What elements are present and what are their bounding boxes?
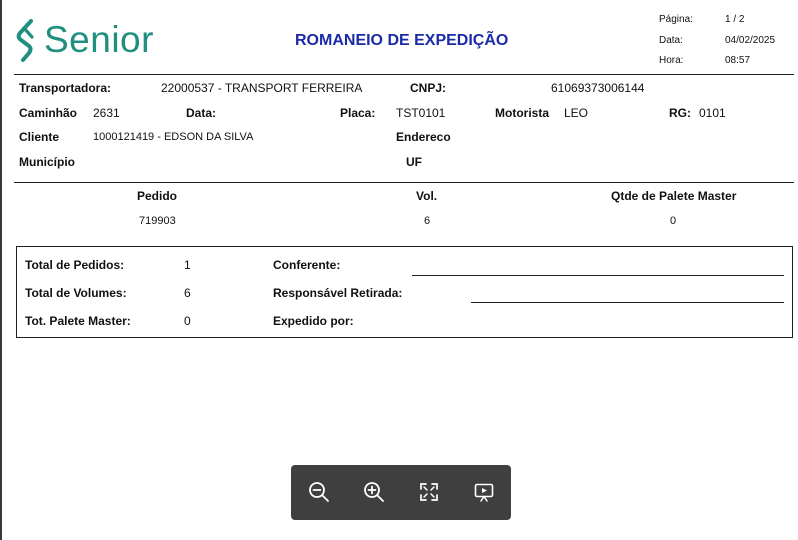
- column-header-palete: Qtde de Palete Master: [611, 189, 737, 203]
- uf-label: UF: [406, 155, 422, 169]
- viewer-toolbar: [291, 465, 511, 520]
- viewer-left-border: [0, 0, 2, 540]
- caminhao-label: Caminhão: [19, 106, 78, 120]
- page-label: Página:: [659, 14, 693, 25]
- motorista-label: Motorista: [495, 106, 549, 120]
- column-header-pedido: Pedido: [137, 189, 178, 203]
- rg-label: RG:: [669, 106, 691, 120]
- responsavel-label: Responsável Retirada:: [273, 286, 403, 300]
- zoom-in-icon: [364, 482, 384, 502]
- column-header-vol: Vol.: [416, 189, 438, 203]
- endereco-label: Endereco: [396, 130, 451, 144]
- placa-value: TST0101: [396, 106, 446, 120]
- presentation-icon: [474, 483, 494, 502]
- zoom-in-button[interactable]: [363, 481, 385, 503]
- time-value: 08:57: [725, 55, 751, 66]
- zoom-out-button[interactable]: [308, 481, 330, 503]
- total-pedidos-label: Total de Pedidos:: [25, 258, 125, 272]
- zoom-out-icon: [309, 482, 329, 502]
- total-volumes-label: Total de Volumes:: [25, 286, 127, 300]
- time-label: Hora:: [659, 55, 684, 66]
- motorista-value: LEO: [564, 106, 589, 120]
- cell-palete: 0: [670, 215, 677, 227]
- header-divider: [14, 74, 794, 75]
- conferente-signature-line: [412, 275, 784, 276]
- cnpj-value: 61069373006144: [551, 81, 645, 95]
- fit-screen-icon: [420, 483, 438, 501]
- conferente-label: Conferente:: [273, 258, 341, 272]
- placa-label: Placa:: [340, 106, 376, 120]
- summary-box: [16, 246, 793, 338]
- cliente-value: 1000121419 - EDSON DA SILVA: [93, 131, 254, 143]
- senior-logo: Senior: [14, 18, 154, 62]
- date-value: 04/02/2025: [725, 35, 776, 46]
- data-label: Data:: [186, 106, 217, 120]
- senior-logo-icon: [16, 19, 34, 62]
- tot-palete-label: Tot. Palete Master:: [25, 314, 131, 328]
- cell-vol: 6: [424, 215, 431, 227]
- page-value: 1 / 2: [725, 14, 745, 25]
- responsavel-signature-line: [471, 302, 784, 303]
- cnpj-label: CNPJ:: [410, 81, 447, 95]
- rg-value: 0101: [699, 106, 726, 120]
- tot-palete-value: 0: [184, 314, 191, 328]
- total-pedidos-value: 1: [184, 258, 191, 272]
- municipio-label: Município: [19, 155, 75, 169]
- transportadora-value: 22000537 - TRANSPORT FERREIRA: [161, 81, 363, 95]
- logo-text: Senior: [44, 19, 154, 60]
- cliente-label: Cliente: [19, 130, 60, 144]
- info-divider: [14, 182, 794, 183]
- cell-pedido: 719903: [139, 215, 176, 227]
- presentation-button[interactable]: [473, 481, 495, 503]
- transportadora-label: Transportadora:: [19, 81, 112, 95]
- fit-screen-button[interactable]: [418, 481, 440, 503]
- total-volumes-value: 6: [184, 286, 191, 300]
- caminhao-value: 2631: [93, 106, 120, 120]
- date-label: Data:: [659, 35, 683, 46]
- document-title: ROMANEIO DE EXPEDIÇÃO: [295, 32, 509, 49]
- expedido-label: Expedido por:: [273, 314, 354, 328]
